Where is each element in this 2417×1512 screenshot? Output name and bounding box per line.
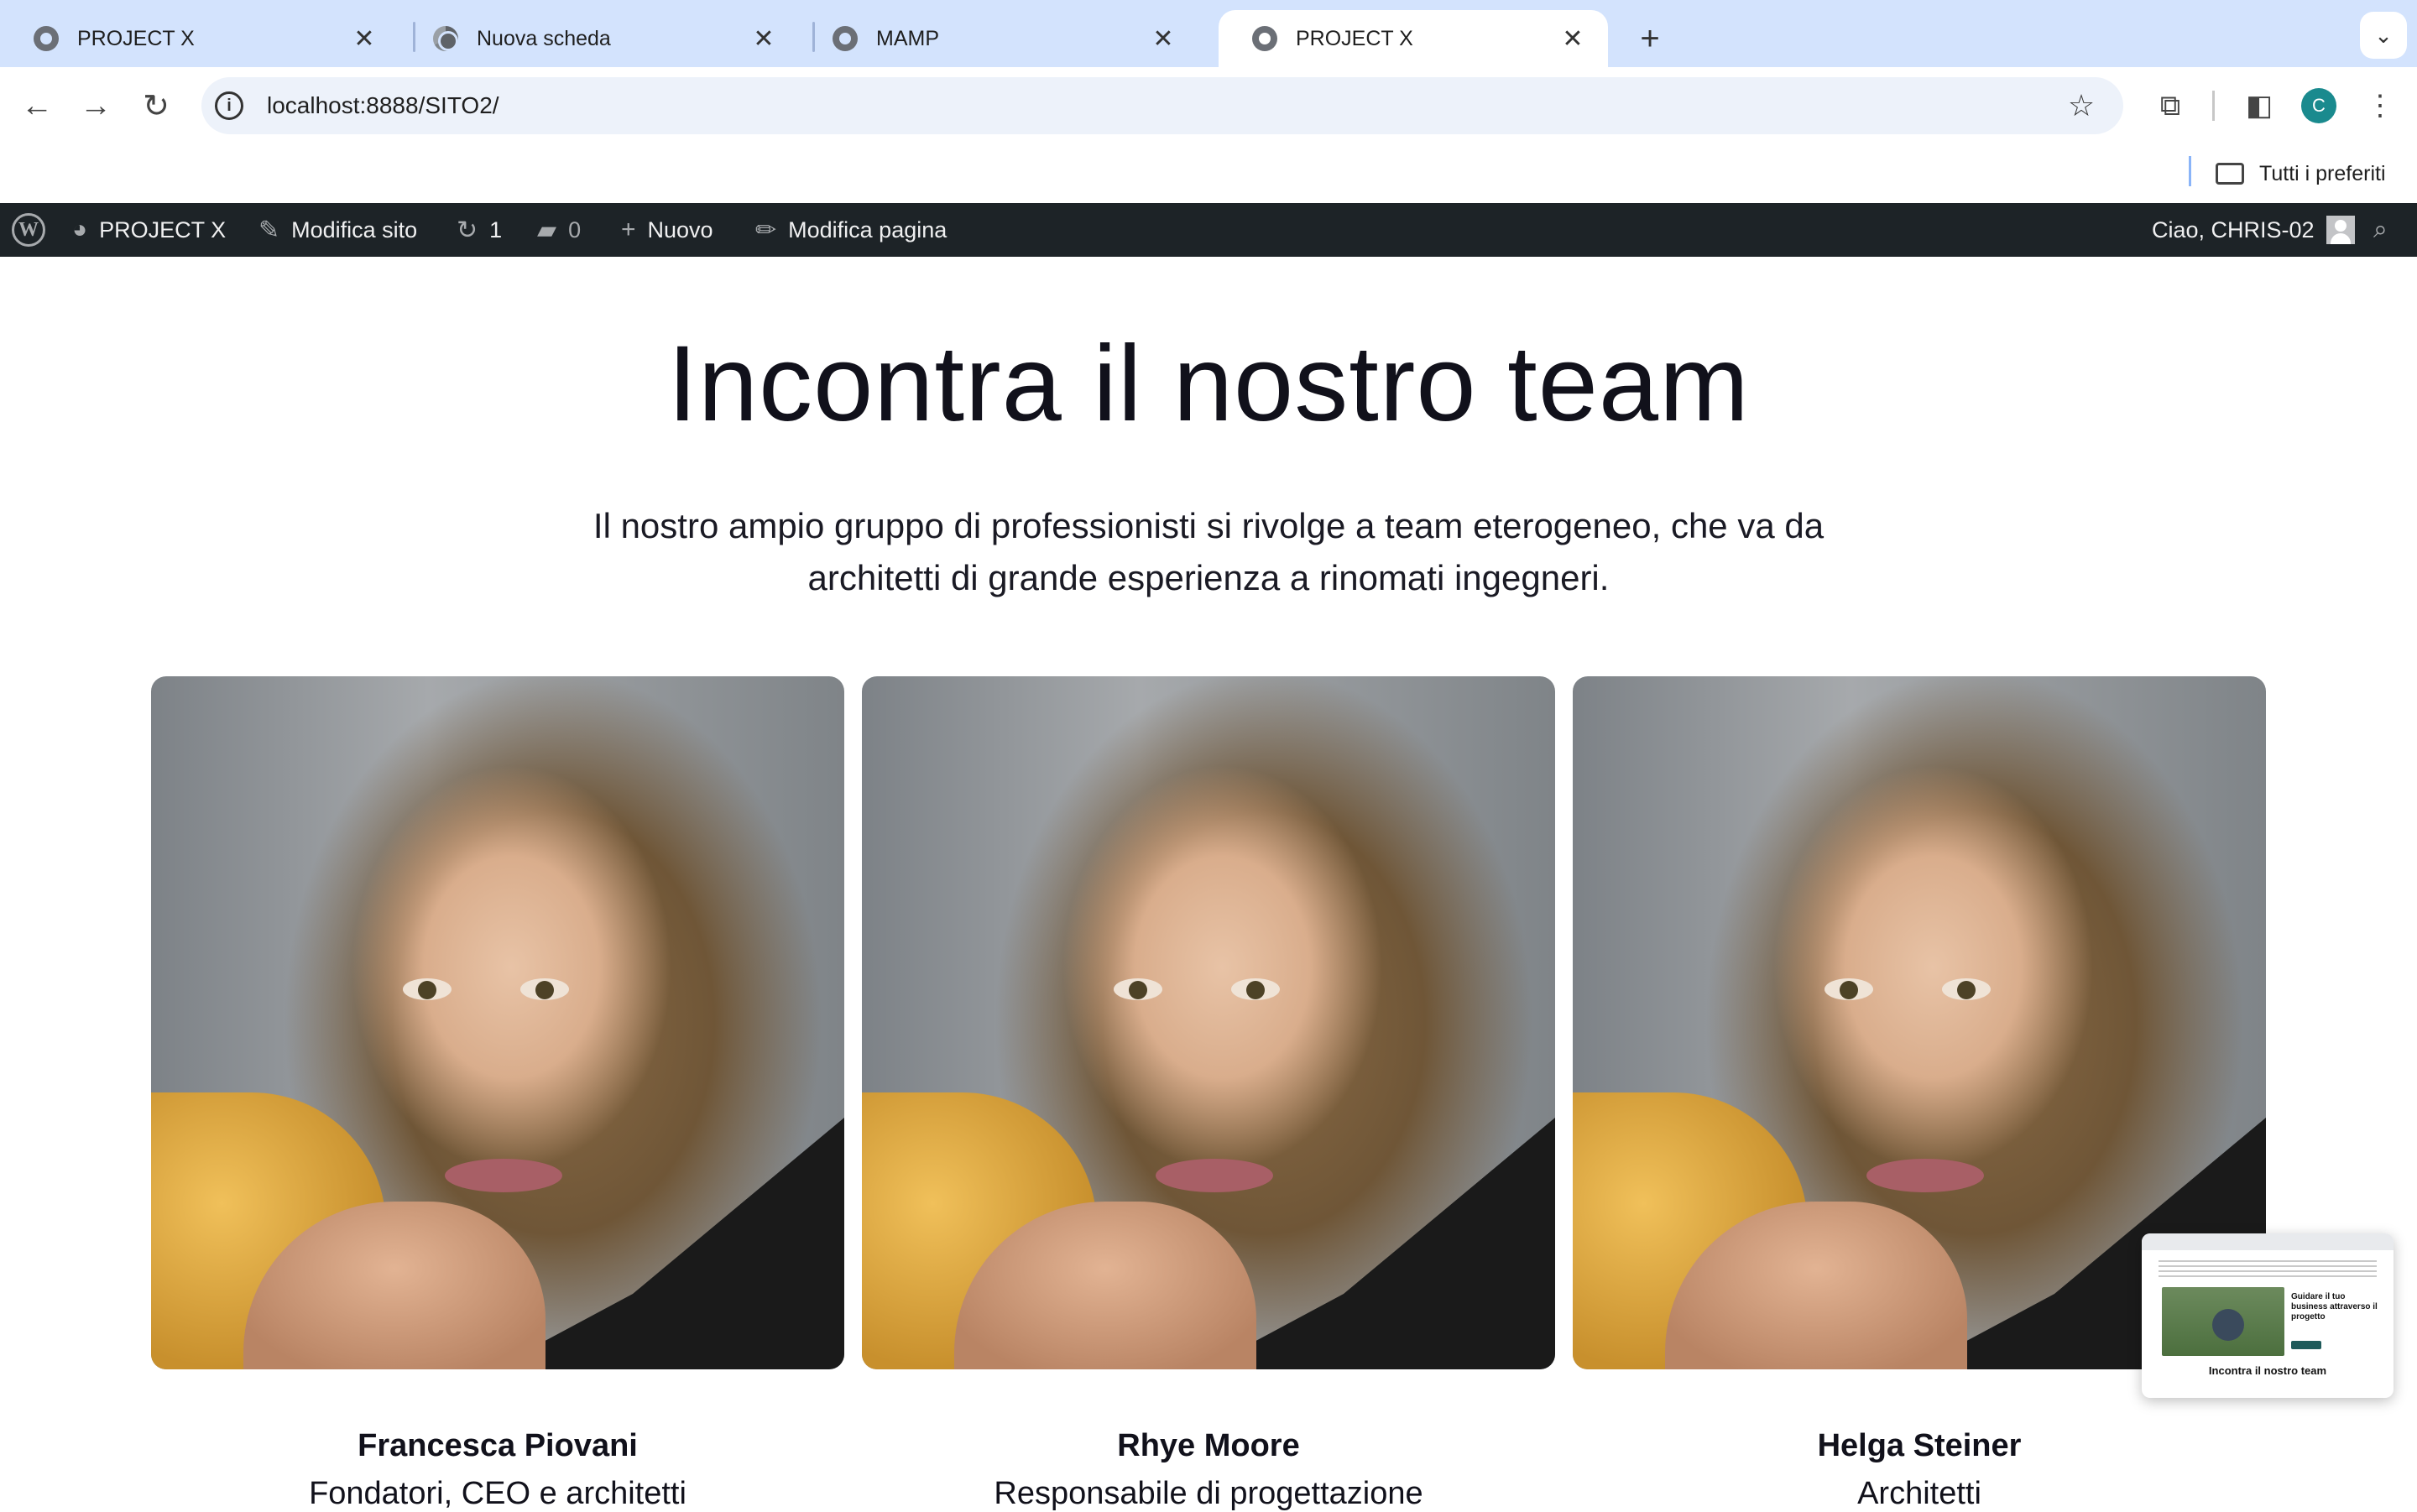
tab-mamp[interactable]: MAMP ✕	[799, 10, 1198, 67]
new-content-link[interactable]: + Nuovo	[621, 203, 713, 257]
wp-admin-bar: W ◕ PROJECT X ✎ Modifica sito ↻ 1 ▰ 0 + …	[0, 203, 2417, 257]
page-heading: Incontra il nostro team	[667, 324, 1750, 444]
browser-tab-strip: PROJECT X ✕ Nuova scheda ✕ MAMP ✕ PROJEC…	[0, 0, 2417, 67]
all-bookmarks-label: Tutti i preferiti	[2259, 161, 2386, 185]
close-icon[interactable]: ✕	[349, 23, 379, 54]
more-menu-icon[interactable]: ⋮	[2357, 82, 2404, 129]
brush-icon: ✎	[258, 216, 280, 244]
site-name-label: PROJECT X	[99, 216, 227, 242]
tab-hover-preview: Guidare il tuo business attraverso il pr…	[2142, 1233, 2394, 1398]
team-member-name: Rhye Moore	[1117, 1428, 1300, 1463]
preview-image	[2162, 1287, 2284, 1356]
mamp-favicon-icon	[1252, 26, 1277, 51]
tab-title: MAMP	[876, 26, 939, 50]
updates-count: 1	[489, 216, 503, 242]
all-bookmarks-button[interactable]: Tutti i preferiti	[2216, 144, 2386, 203]
preview-browser-bar	[2142, 1233, 2394, 1250]
bookmark-star-icon[interactable]: ☆	[2058, 88, 2105, 123]
user-avatar	[2326, 216, 2355, 244]
bookmarks-divider	[2189, 156, 2191, 186]
close-icon[interactable]: ✕	[1558, 23, 1588, 54]
wordpress-logo-icon[interactable]: W	[12, 203, 45, 257]
comment-bubble-icon: ▰	[537, 216, 557, 244]
folder-icon	[2216, 163, 2244, 185]
page-content: Incontra il nostro team Il nostro ampio …	[0, 257, 2417, 1512]
bookmarks-bar: Tutti i preferiti	[0, 144, 2417, 203]
tab-project-x-1[interactable]: PROJECT X ✕	[0, 10, 399, 67]
comments-link[interactable]: ▰ 0	[537, 203, 581, 257]
team-member-role: Fondatori, CEO e architetti	[309, 1476, 686, 1511]
preview-text-lines	[2159, 1260, 2377, 1277]
updates-link[interactable]: ↻ 1	[457, 203, 502, 257]
edit-page-label: Modifica pagina	[788, 216, 947, 242]
team-member-name: Helga Steiner	[1817, 1428, 2022, 1463]
tab-title: Nuova scheda	[477, 26, 611, 50]
browser-toolbar: ← → ↻ i localhost:8888/SITO2/ ☆ ⧉ ◧ ⋮	[0, 67, 2417, 144]
new-tab-button[interactable]: +	[1626, 15, 1673, 62]
updates-refresh-icon: ↻	[457, 216, 478, 244]
edit-site-label: Modifica sito	[291, 216, 418, 242]
comments-count: 0	[568, 216, 582, 242]
preview-section-title: Guidare il tuo business attraverso il pr…	[2291, 1292, 2378, 1322]
tab-title: PROJECT X	[1296, 26, 1413, 50]
preview-button	[2291, 1341, 2321, 1349]
close-icon[interactable]: ✕	[1148, 23, 1178, 54]
greeting-label: Ciao, CHRIS-02	[2152, 216, 2315, 242]
side-panel-icon[interactable]: ◧	[2236, 82, 2283, 129]
back-arrow-icon[interactable]: ←	[12, 81, 62, 131]
new-content-label: Nuovo	[647, 216, 713, 242]
mamp-favicon-icon	[833, 26, 858, 51]
page-lead-paragraph: Il nostro ampio gruppo di professionisti…	[593, 506, 1824, 597]
edit-page-link[interactable]: ✏ Modifica pagina	[755, 203, 947, 257]
my-account-link[interactable]: Ciao, CHRIS-02	[2152, 203, 2355, 257]
team-member-photo	[151, 676, 844, 1369]
search-icon[interactable]: ⌕	[2373, 203, 2399, 257]
team-member-card: Rhye Moore Responsabile di progettazione	[862, 676, 1555, 1512]
mamp-favicon-icon	[34, 26, 59, 51]
tab-project-x-active[interactable]: PROJECT X ✕	[1219, 10, 1608, 67]
extensions-puzzle-icon[interactable]: ⧉	[2147, 82, 2194, 129]
profile-avatar[interactable]: C	[2301, 88, 2336, 123]
tab-search-chevron-icon[interactable]: ⌄	[2360, 12, 2407, 59]
plus-icon: +	[621, 216, 636, 243]
chrome-favicon-icon	[433, 26, 458, 51]
close-icon[interactable]: ✕	[749, 23, 779, 54]
team-member-role: Architetti	[1857, 1476, 1981, 1511]
url-text[interactable]: localhost:8888/SITO2/	[267, 92, 2058, 119]
team-member-role: Responsabile di progettazione	[994, 1476, 1423, 1511]
tab-title: PROJECT X	[77, 26, 195, 50]
reload-icon[interactable]: ↻	[131, 81, 181, 131]
dashboard-gauge-icon: ◕	[72, 216, 88, 243]
tab-nuova-scheda[interactable]: Nuova scheda ✕	[399, 10, 799, 67]
address-bar[interactable]: i localhost:8888/SITO2/ ☆	[201, 77, 2123, 134]
pencil-icon: ✏	[755, 216, 777, 244]
toolbar-divider	[2212, 91, 2215, 121]
team-member-name: Francesca Piovani	[358, 1428, 638, 1463]
team-member-card: Francesca Piovani Fondatori, CEO e archi…	[151, 676, 844, 1512]
site-info-icon[interactable]: i	[215, 91, 243, 120]
team-member-photo	[862, 676, 1555, 1369]
forward-arrow-icon[interactable]: →	[70, 81, 121, 131]
site-name-link[interactable]: ◕ PROJECT X	[72, 203, 226, 257]
edit-site-link[interactable]: ✎ Modifica sito	[258, 203, 417, 257]
preview-heading: Incontra il nostro team	[2208, 1364, 2327, 1377]
